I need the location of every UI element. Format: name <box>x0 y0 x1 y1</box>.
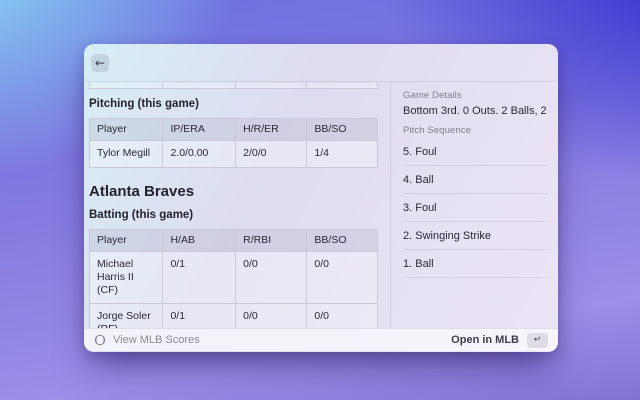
stat-cell: 0/1 <box>162 303 237 328</box>
open-in-mlb-action[interactable]: Open in MLB ↵ <box>451 332 548 348</box>
column-header-bb-so: BB/SO <box>306 118 378 141</box>
stat-cell: 0/0 <box>306 251 378 304</box>
pitch-sequence-list: 5. Foul 4. Ball 3. Foul 2. Swinging Stri… <box>403 138 548 278</box>
pitcher-name-cell: Tylor Megill <box>88 140 164 168</box>
main-content[interactable]: Pitching (this game) Player IP/ERA H/R/E… <box>84 82 390 328</box>
stat-cell: 1/4 <box>306 140 378 168</box>
pitch-item: 4. Ball <box>403 166 548 194</box>
mlb-game-detail-window: ← Pitching (this game) Player IP/ERA H/R… <box>84 44 558 352</box>
batting-section-title: Batting (this game) <box>89 209 194 221</box>
window-header: ← <box>84 44 558 82</box>
stat-cell: 0/0 <box>235 251 308 304</box>
team-heading: Atlanta Braves <box>89 183 195 200</box>
baseball-icon <box>94 334 106 346</box>
pitch-item: 3. Foul <box>403 194 548 222</box>
window-body: Pitching (this game) Player IP/ERA H/R/E… <box>84 82 558 328</box>
open-in-mlb-label: Open in MLB <box>451 334 519 346</box>
pitching-header-row: Player IP/ERA H/R/ER BB/SO <box>88 118 378 141</box>
table-row: Michael Harris II (CF) 0/1 0/0 0/0 <box>88 251 378 304</box>
column-header-r-rbi: R/RBI <box>235 229 308 252</box>
pitching-section-title: Pitching (this game) <box>89 98 199 110</box>
batter-name-cell: Michael Harris II (CF) <box>88 251 164 304</box>
column-header-h-r-er: H/R/ER <box>235 118 308 141</box>
view-mlb-scores-label: View MLB Scores <box>113 334 200 346</box>
pitch-item: 5. Foul <box>403 138 548 166</box>
pitch-sequence-label: Pitch Sequence <box>403 125 471 136</box>
batter-name-cell: Jorge Soler (RF) <box>88 303 164 328</box>
stat-cell: 0/0 <box>235 303 308 328</box>
table-row: Tylor Megill 2.0/0.00 2/0/0 1/4 <box>88 140 378 168</box>
action-bar: View MLB Scores Open in MLB ↵ <box>84 328 558 351</box>
pitch-item: 1. Ball <box>403 250 548 278</box>
column-header-player: Player <box>88 118 164 141</box>
batting-table: Player H/AB R/RBI BB/SO Michael Harris I… <box>88 229 378 328</box>
stat-cell: 0/0 <box>306 303 378 328</box>
stat-cell: 2.0/0.00 <box>162 140 237 168</box>
game-details-label: Game Details <box>403 90 462 101</box>
batting-header-row: Player H/AB R/RBI BB/SO <box>88 229 378 252</box>
pitch-item: 2. Swinging Strike <box>403 222 548 250</box>
game-details-value: Bottom 3rd. 0 Outs. 2 Balls, 2 Strik... <box>403 105 548 117</box>
column-header-h-ab: H/AB <box>162 229 237 252</box>
back-arrow-icon: ← <box>94 55 106 70</box>
column-header-bb-so: BB/SO <box>306 229 378 252</box>
table-row: Jorge Soler (RF) 0/1 0/0 0/0 <box>88 303 378 328</box>
enter-key-badge: ↵ <box>527 332 548 348</box>
column-header-ip-era: IP/ERA <box>162 118 237 141</box>
view-mlb-scores-action[interactable]: View MLB Scores <box>94 334 200 346</box>
stat-cell: 2/0/0 <box>235 140 308 168</box>
stat-cell: 0/1 <box>162 251 237 304</box>
pitching-table: Player IP/ERA H/R/ER BB/SO Tylor Megill … <box>88 118 378 168</box>
back-button[interactable]: ← <box>91 53 109 72</box>
column-header-player: Player <box>88 229 164 252</box>
details-sidebar: Game Details Bottom 3rd. 0 Outs. 2 Balls… <box>390 82 558 328</box>
return-icon: ↵ <box>533 335 542 345</box>
clipped-table-fragment <box>89 83 378 89</box>
